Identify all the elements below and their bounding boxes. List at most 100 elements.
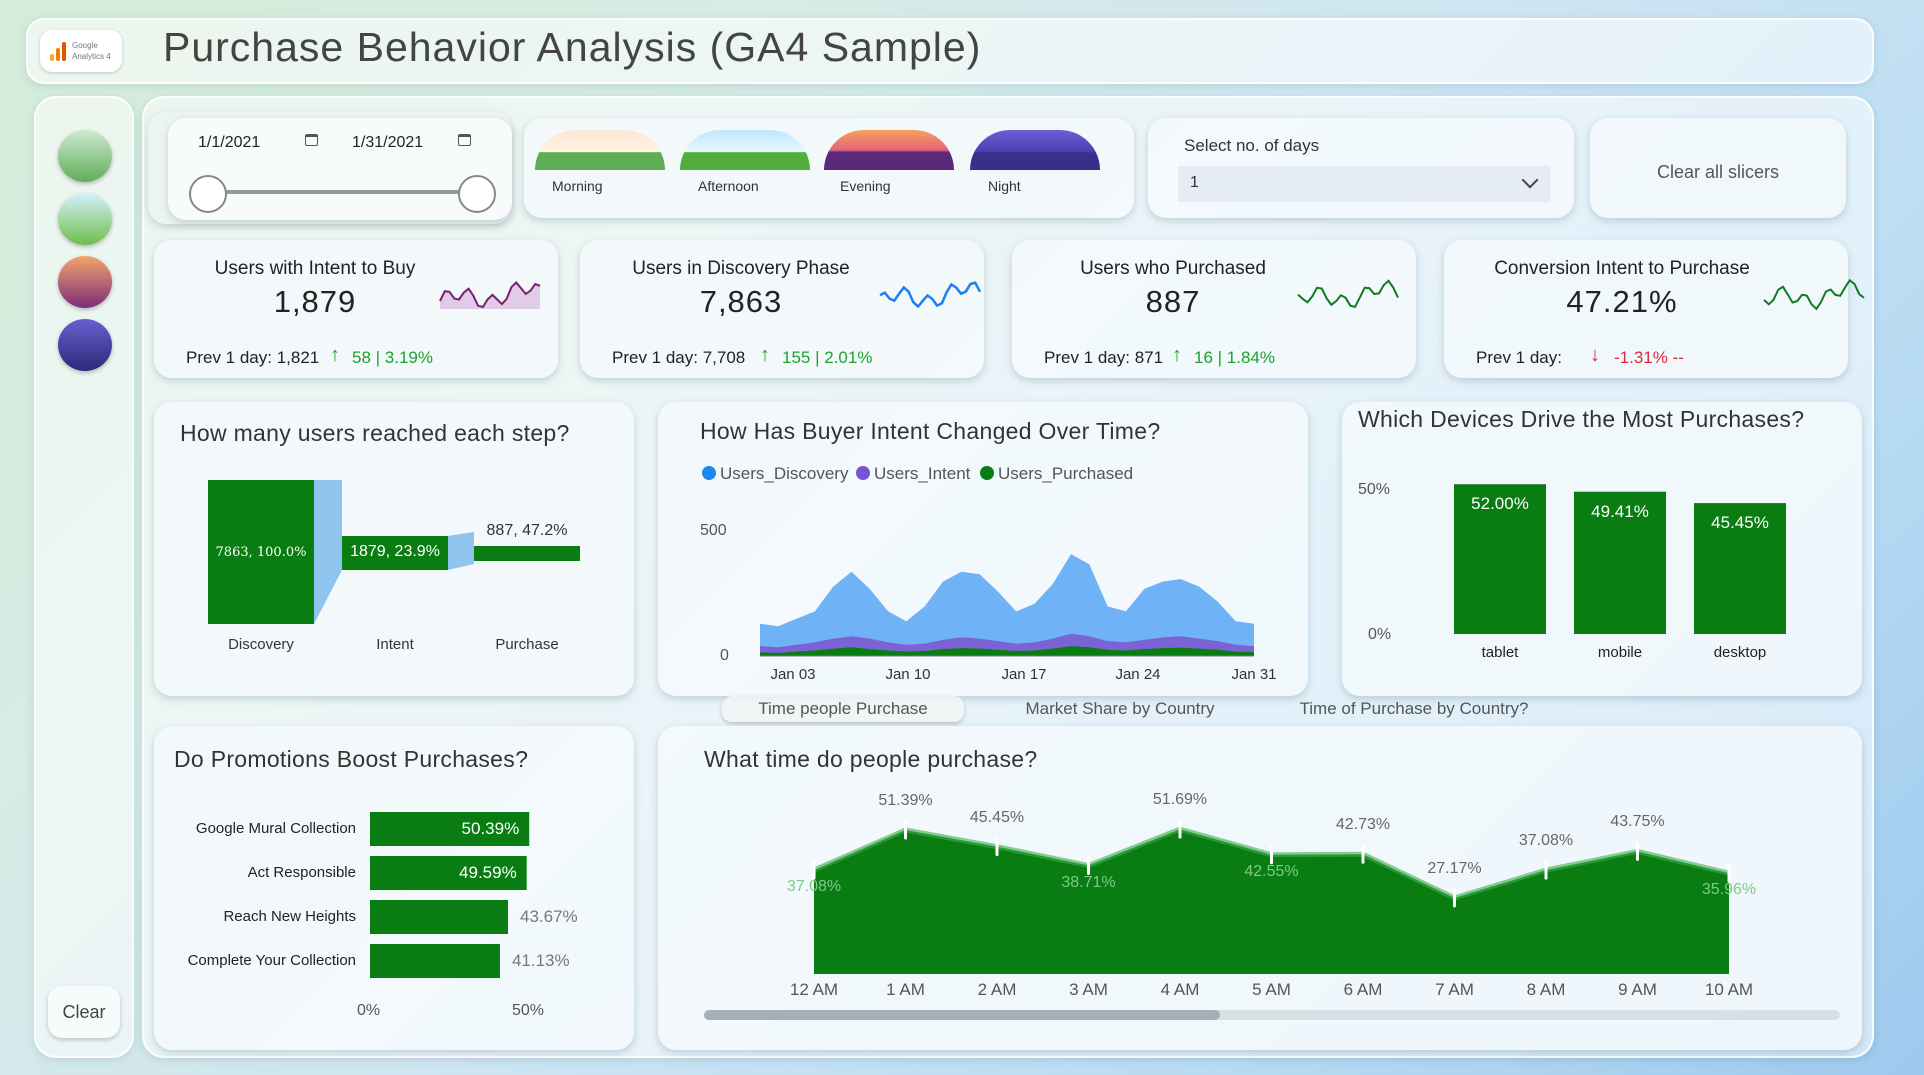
promo-category: Act Responsible: [247, 864, 356, 881]
kpi-value: 887: [1145, 284, 1201, 319]
clear-all-slicers-button[interactable]: Clear all slicers: [1590, 118, 1846, 218]
evening-icon[interactable]: [58, 256, 112, 308]
intent-x-tick: Jan 17: [1001, 666, 1047, 683]
days-label: Select no. of days: [1184, 136, 1320, 155]
calendar-icon[interactable]: [458, 134, 471, 146]
date-range-handle-start[interactable]: [189, 175, 227, 213]
page-title: Purchase Behavior Analysis (GA4 Sample): [163, 24, 982, 70]
hourly-x-tick: 3 AM: [1069, 980, 1108, 999]
kpi-value: 7,863: [699, 284, 783, 319]
devices-y-tick: 50%: [1358, 481, 1391, 498]
chevron-down-icon[interactable]: [1521, 171, 1539, 189]
date-range-handle-end[interactable]: [458, 175, 496, 213]
promo-category: Google Mural Collection: [195, 820, 356, 837]
hourly-x-tick: 8 AM: [1526, 980, 1566, 999]
device-category: mobile: [1597, 644, 1643, 661]
tab-0[interactable]: Time people Purchase: [722, 696, 964, 722]
date-range-track[interactable]: [208, 190, 478, 194]
kpi-value: 47.21%: [1566, 284, 1678, 319]
promo-x-tick: 50%: [512, 1002, 545, 1019]
funnel-title: How many users reached each step?: [180, 420, 570, 446]
time-slicer-morning[interactable]: [535, 130, 665, 170]
devices-y-tick: 0%: [1368, 626, 1392, 643]
promo-category: Complete Your Collection: [187, 952, 356, 969]
promo-category: Reach New Heights: [223, 908, 356, 925]
hourly-x-tick: 12 AM: [789, 980, 839, 999]
time-slicer-afternoon[interactable]: [680, 130, 810, 170]
tab-1[interactable]: Market Share by Country: [1000, 696, 1240, 722]
kpi-prev: Prev 1 day: 7,708: [612, 348, 746, 367]
kpi-sparkline: [1763, 278, 1865, 311]
hourly-value-label: 35.96%: [1701, 881, 1757, 899]
tab-2[interactable]: Time of Purchase by Country?: [1296, 696, 1532, 722]
hourly-value-label: 43.75%: [1610, 813, 1665, 831]
intent-y-tick: 0: [720, 647, 729, 664]
promo-bar[interactable]: [370, 944, 500, 978]
afternoon-icon[interactable]: [58, 193, 112, 245]
hourly-area-chart: [812, 819, 1731, 974]
kpi-delta-arrow: ↓: [1590, 344, 1600, 366]
hourly-x-tick: 10 AM: [1704, 980, 1754, 999]
hourly-value-label: 42.55%: [1244, 862, 1299, 880]
logo-text-1: Google: [72, 41, 98, 50]
funnel-bar-purchase[interactable]: [474, 546, 580, 561]
intent-x-tick: Jan 24: [1115, 666, 1161, 683]
ga-bar-icon: [50, 42, 68, 62]
clear-button[interactable]: Clear: [48, 986, 120, 1038]
kpi-prev: Prev 1 day:: [1476, 348, 1562, 367]
hourly-value-label: 38.71%: [1061, 873, 1116, 891]
legend-label[interactable]: Users_Intent: [874, 464, 970, 484]
legend-label[interactable]: Users_Discovery: [720, 464, 848, 484]
hourly-x-tick: 7 AM: [1435, 980, 1474, 999]
date-slicer-inner: 1/1/2021 1/31/2021: [168, 118, 512, 220]
funnel-label-discovery: Discovery: [228, 636, 294, 653]
hourly-value-label: 37.08%: [1518, 832, 1574, 850]
hourly-x-tick: 1 AM: [886, 980, 925, 999]
night-icon[interactable]: [58, 319, 112, 371]
legend-dot: [856, 466, 870, 480]
kpi-delta: 16 | 1.84%: [1194, 348, 1275, 367]
hourly-value-label: 37.08%: [786, 878, 842, 896]
hourly-value-label: 51.69%: [1152, 791, 1208, 809]
funnel-connector: [448, 532, 474, 570]
time-slicer-label: Morning: [552, 178, 603, 194]
time-slicer-evening[interactable]: [824, 130, 954, 170]
device-category: desktop: [1713, 644, 1767, 661]
calendar-icon[interactable]: [305, 134, 318, 146]
hourly-x-tick: 2 AM: [977, 980, 1017, 999]
device-category: tablet: [1481, 644, 1519, 661]
devices-title: Which Devices Drive the Most Purchases?: [1358, 406, 1805, 432]
time-slicer-night[interactable]: [970, 130, 1100, 170]
intent-y-tick: 500: [700, 522, 727, 539]
device-bar-label: 45.45%: [1711, 513, 1769, 533]
ga4-logo: Google Analytics 4: [40, 30, 122, 72]
hourly-x-tick: 6 AM: [1343, 980, 1383, 999]
promo-value: 49.59%: [459, 863, 517, 882]
device-bar-label: 52.00%: [1471, 494, 1529, 514]
sparkline-line: [1763, 278, 1865, 311]
time-slicer-label: Night: [988, 178, 1021, 194]
legend-dot: [980, 466, 994, 480]
intent-x-tick: Jan 10: [885, 666, 931, 683]
days-dropdown-value: 1: [1190, 174, 1199, 191]
promo-bar[interactable]: [370, 900, 508, 934]
hourly-scrollbar-thumb[interactable]: [704, 1010, 1220, 1020]
hourly-value-label: 51.39%: [878, 792, 933, 809]
days-dropdown[interactable]: 1: [1178, 166, 1550, 202]
intent-x-tick: Jan 03: [770, 666, 816, 683]
promo-x-tick: 0%: [357, 1002, 381, 1019]
hourly-x-tick: 9 AM: [1618, 980, 1657, 999]
date-start[interactable]: 1/1/2021: [198, 134, 260, 152]
intent-x-tick: Jan 31: [1231, 666, 1277, 683]
date-end[interactable]: 1/31/2021: [352, 134, 423, 152]
hourly-value-label: 45.45%: [969, 808, 1025, 826]
device-bar-label: 49.41%: [1591, 501, 1649, 521]
kpi-title: Users in Discovery Phase: [632, 258, 850, 279]
hourly-value-label: 27.17%: [1427, 859, 1482, 877]
legend-label[interactable]: Users_Purchased: [998, 464, 1133, 484]
hourly-value-label: 42.73%: [1335, 816, 1391, 834]
funnel-label-intent: Intent: [376, 636, 414, 653]
morning-icon[interactable]: [58, 130, 112, 182]
hourly-title: What time do people purchase?: [704, 746, 1038, 772]
hourly-x-tick: 5 AM: [1252, 980, 1291, 999]
